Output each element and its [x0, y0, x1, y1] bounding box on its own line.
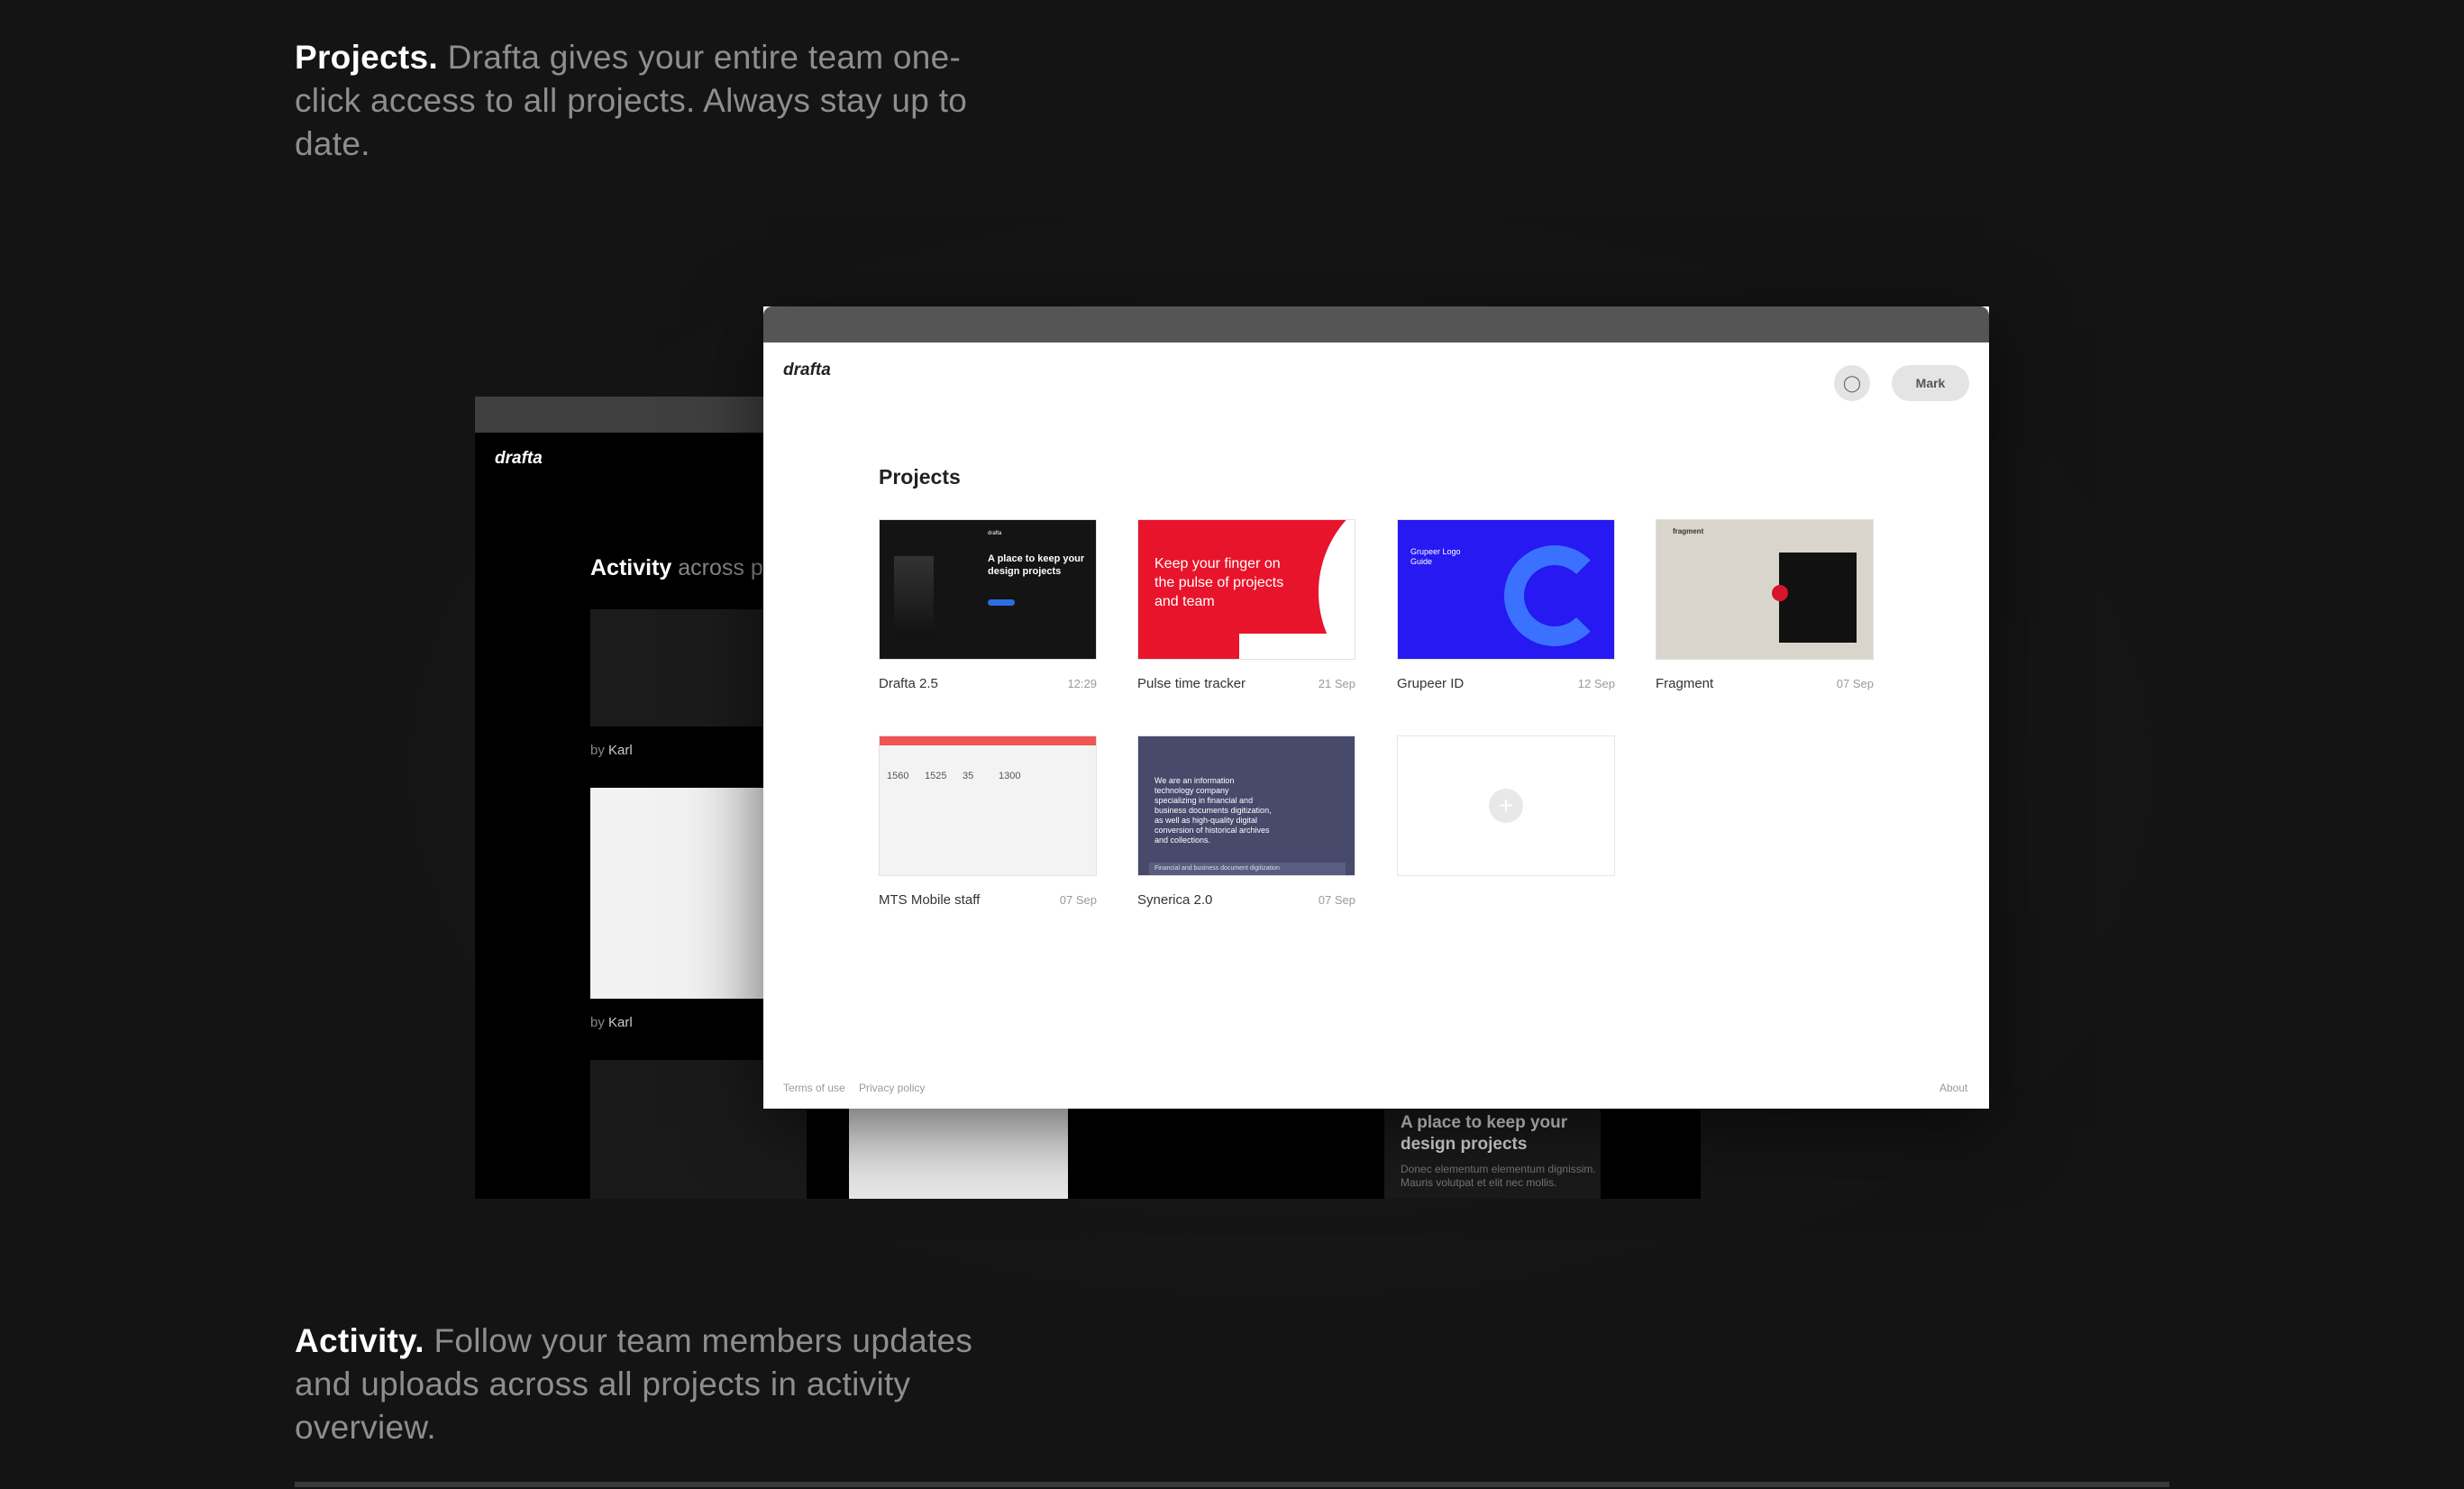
- add-project-card[interactable]: +: [1397, 735, 1615, 876]
- projects-window-titlebar: [763, 306, 1989, 343]
- project-thumbnail[interactable]: 1560 1525 35 1300: [879, 735, 1097, 876]
- hero-heading: A place to keep your design projects: [1401, 1113, 1568, 1154]
- project-thumbnail[interactable]: fragment: [1656, 519, 1874, 660]
- projects-window: drafta ◯ Mark Projects drafta A place to…: [763, 306, 1989, 1109]
- project-thumbnail[interactable]: drafta A place to keep your design proje…: [879, 519, 1097, 660]
- project-name[interactable]: Synerica 2.0: [1137, 892, 1212, 908]
- activity-title-rest: across pr: [671, 555, 771, 580]
- privacy-link[interactable]: Privacy policy: [859, 1082, 925, 1094]
- activity-title: Activity across pr: [590, 555, 771, 581]
- user-button[interactable]: Mark: [1892, 365, 1969, 401]
- feature-activity-title: Activity.: [295, 1322, 424, 1359]
- project-date: 21 Sep: [1318, 677, 1355, 690]
- feature-projects-title: Projects.: [295, 39, 438, 76]
- project-date: 07 Sep: [1836, 677, 1874, 690]
- activity-hero-card[interactable]: A place to keep your design projects Don…: [1384, 1109, 1601, 1199]
- project-date: 07 Sep: [1059, 893, 1097, 907]
- project-card-mts[interactable]: 1560 1525 35 1300 MTS Mobile staff 07 Sep: [879, 735, 1097, 908]
- activity-author: by Karl: [590, 1015, 633, 1030]
- feature-projects: Projects. Drafta gives your entire team …: [295, 36, 998, 166]
- project-thumbnail[interactable]: We are an information technology company…: [1137, 735, 1355, 876]
- project-date: 12:29: [1067, 677, 1097, 690]
- terms-link[interactable]: Terms of use: [783, 1082, 845, 1094]
- divider: [295, 1482, 2169, 1487]
- page-title: Projects: [879, 465, 961, 489]
- project-card-synerica[interactable]: We are an information technology company…: [1137, 735, 1355, 908]
- project-name[interactable]: Grupeer ID: [1397, 676, 1464, 691]
- project-date: 12 Sep: [1577, 677, 1615, 690]
- about-link[interactable]: About: [1939, 1082, 1967, 1094]
- activity-title-bold: Activity: [590, 555, 672, 580]
- page: Projects. Drafta gives your entire team …: [0, 0, 2464, 1489]
- activity-logo: drafta: [495, 449, 543, 468]
- project-card-grupeer[interactable]: Grupeer Logo Guide Grupeer ID 12 Sep: [1397, 519, 1615, 691]
- plus-icon: +: [1489, 789, 1523, 823]
- activity-card[interactable]: [849, 1109, 1068, 1199]
- project-card-fragment[interactable]: fragment Fragment 07 Sep: [1656, 519, 1874, 691]
- project-name[interactable]: MTS Mobile staff: [879, 892, 980, 908]
- project-name[interactable]: Pulse time tracker: [1137, 676, 1246, 691]
- bulb-icon[interactable]: ◯: [1834, 365, 1870, 401]
- project-thumbnail[interactable]: Keep your finger on the pulse of project…: [1137, 519, 1355, 660]
- project-thumbnail[interactable]: Grupeer Logo Guide: [1397, 519, 1615, 660]
- project-name[interactable]: Fragment: [1656, 676, 1713, 691]
- project-card-pulse[interactable]: Keep your finger on the pulse of project…: [1137, 519, 1355, 691]
- add-project-button[interactable]: +: [1397, 735, 1615, 876]
- drafta-logo[interactable]: drafta: [783, 361, 831, 380]
- project-name[interactable]: Drafta 2.5: [879, 676, 938, 691]
- feature-activity: Activity. Follow your team members updat…: [295, 1320, 980, 1449]
- project-card-drafta[interactable]: drafta A place to keep your design proje…: [879, 519, 1097, 691]
- hero-subtext: Donec elementum elementum dignissim. Mau…: [1401, 1163, 1596, 1189]
- activity-author: by Karl: [590, 743, 633, 758]
- project-date: 07 Sep: [1318, 893, 1355, 907]
